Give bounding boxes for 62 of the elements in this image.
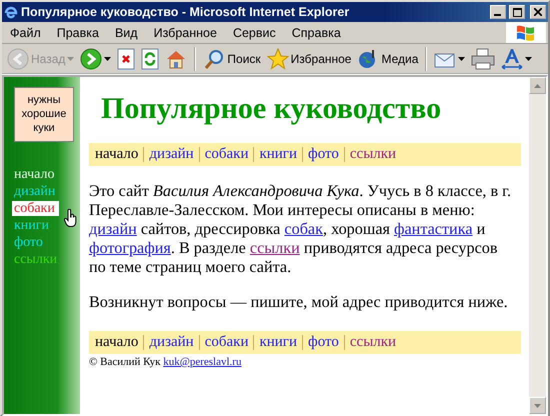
windows-logo-icon: [506, 22, 546, 43]
font-letter-icon: [501, 48, 524, 70]
minimize-button[interactable]: [490, 5, 506, 19]
nav-link[interactable]: дизайн: [149, 334, 194, 351]
stop-icon: [117, 48, 136, 70]
paragraph: Возникнут вопросы — пишите, мой адрес приводится ниже.: [89, 293, 509, 312]
text-link[interactable]: ссылки: [250, 239, 300, 257]
maximize-icon: [512, 8, 522, 16]
copyright-text: © Василий Кук kuk@pereslavl.ru: [89, 356, 242, 368]
close-icon: [534, 8, 542, 16]
page-heading: Популярное куководство: [101, 91, 442, 127]
browser-icon: [4, 5, 18, 19]
nav-link[interactable]: ссылки: [350, 334, 396, 351]
print-button[interactable]: [469, 46, 498, 70]
text-link[interactable]: фотография: [89, 239, 171, 257]
stop-button[interactable]: [115, 46, 138, 70]
font-size-button[interactable]: [499, 46, 534, 70]
current-page-label: начало: [95, 146, 138, 163]
up-arrow-icon: [534, 84, 541, 88]
search-icon: [203, 48, 226, 70]
menu-item[interactable]: Файл: [2, 26, 49, 40]
favorites-button[interactable]: Избранное: [264, 46, 354, 70]
nav-link[interactable]: книги: [259, 334, 297, 351]
menu-item[interactable]: Избранное: [146, 26, 225, 40]
nav-link[interactable]: фото: [308, 334, 339, 351]
nav-link[interactable]: фото: [308, 146, 339, 163]
maximize-button[interactable]: [509, 5, 525, 19]
nav-link[interactable]: дизайн: [149, 146, 194, 163]
media-button[interactable]: Медиа: [355, 46, 420, 70]
text-link[interactable]: дизайн: [89, 220, 137, 238]
scroll-up-button[interactable]: [529, 77, 546, 94]
menu-item[interactable]: Сервис: [224, 26, 284, 40]
scroll-down-button[interactable]: [529, 397, 546, 414]
dropdown-arrow-icon: [525, 54, 532, 63]
dropdown-arrow-icon: [67, 54, 74, 63]
close-button[interactable]: [530, 5, 546, 19]
cookie-badge: нужны хорошие куки: [14, 87, 74, 142]
printer-icon: [471, 48, 496, 70]
down-arrow-icon: [534, 404, 541, 408]
text-link[interactable]: собак: [284, 220, 323, 238]
paragraph: Это сайт Василия Александровича Кука. Учусь в 8 классе, в г. Переславле-Залесском. Мои интересы описаны в меню: дизайн сайтов, дрессировка собак, хорошая фантастика и фотография. В разделе ссылки приводятся адреса ресурсов по теме страниц моего сайта.: [89, 182, 512, 277]
refresh-button[interactable]: [139, 46, 162, 70]
sidebar-link[interactable]: собаки: [12, 201, 60, 216]
text-link[interactable]: фантастика: [394, 220, 473, 238]
window-title: Популярное куководство - Microsoft Internet Explorer: [21, 5, 350, 19]
refresh-icon: [141, 48, 160, 70]
forward-button[interactable]: [78, 46, 114, 70]
nav-link[interactable]: собаки: [204, 334, 248, 351]
email-link[interactable]: kuk@pereslavl.ru: [163, 356, 242, 368]
dropdown-arrow-icon: [458, 54, 466, 63]
nav-link[interactable]: ссылки: [350, 146, 396, 163]
menu-item[interactable]: Правка: [48, 26, 107, 40]
dropdown-arrow-icon: [104, 54, 112, 63]
nav-link[interactable]: собаки: [204, 146, 248, 163]
hand-cursor-icon: [64, 209, 78, 227]
nav-link[interactable]: книги: [259, 146, 297, 163]
menu-item[interactable]: Вид: [106, 26, 146, 40]
menu-item[interactable]: Справка: [284, 26, 349, 40]
current-page-label: начало: [95, 334, 138, 351]
star-icon: [266, 48, 289, 70]
sidebar-link[interactable]: начало: [12, 167, 60, 182]
search-button[interactable]: Поиск: [201, 46, 263, 70]
